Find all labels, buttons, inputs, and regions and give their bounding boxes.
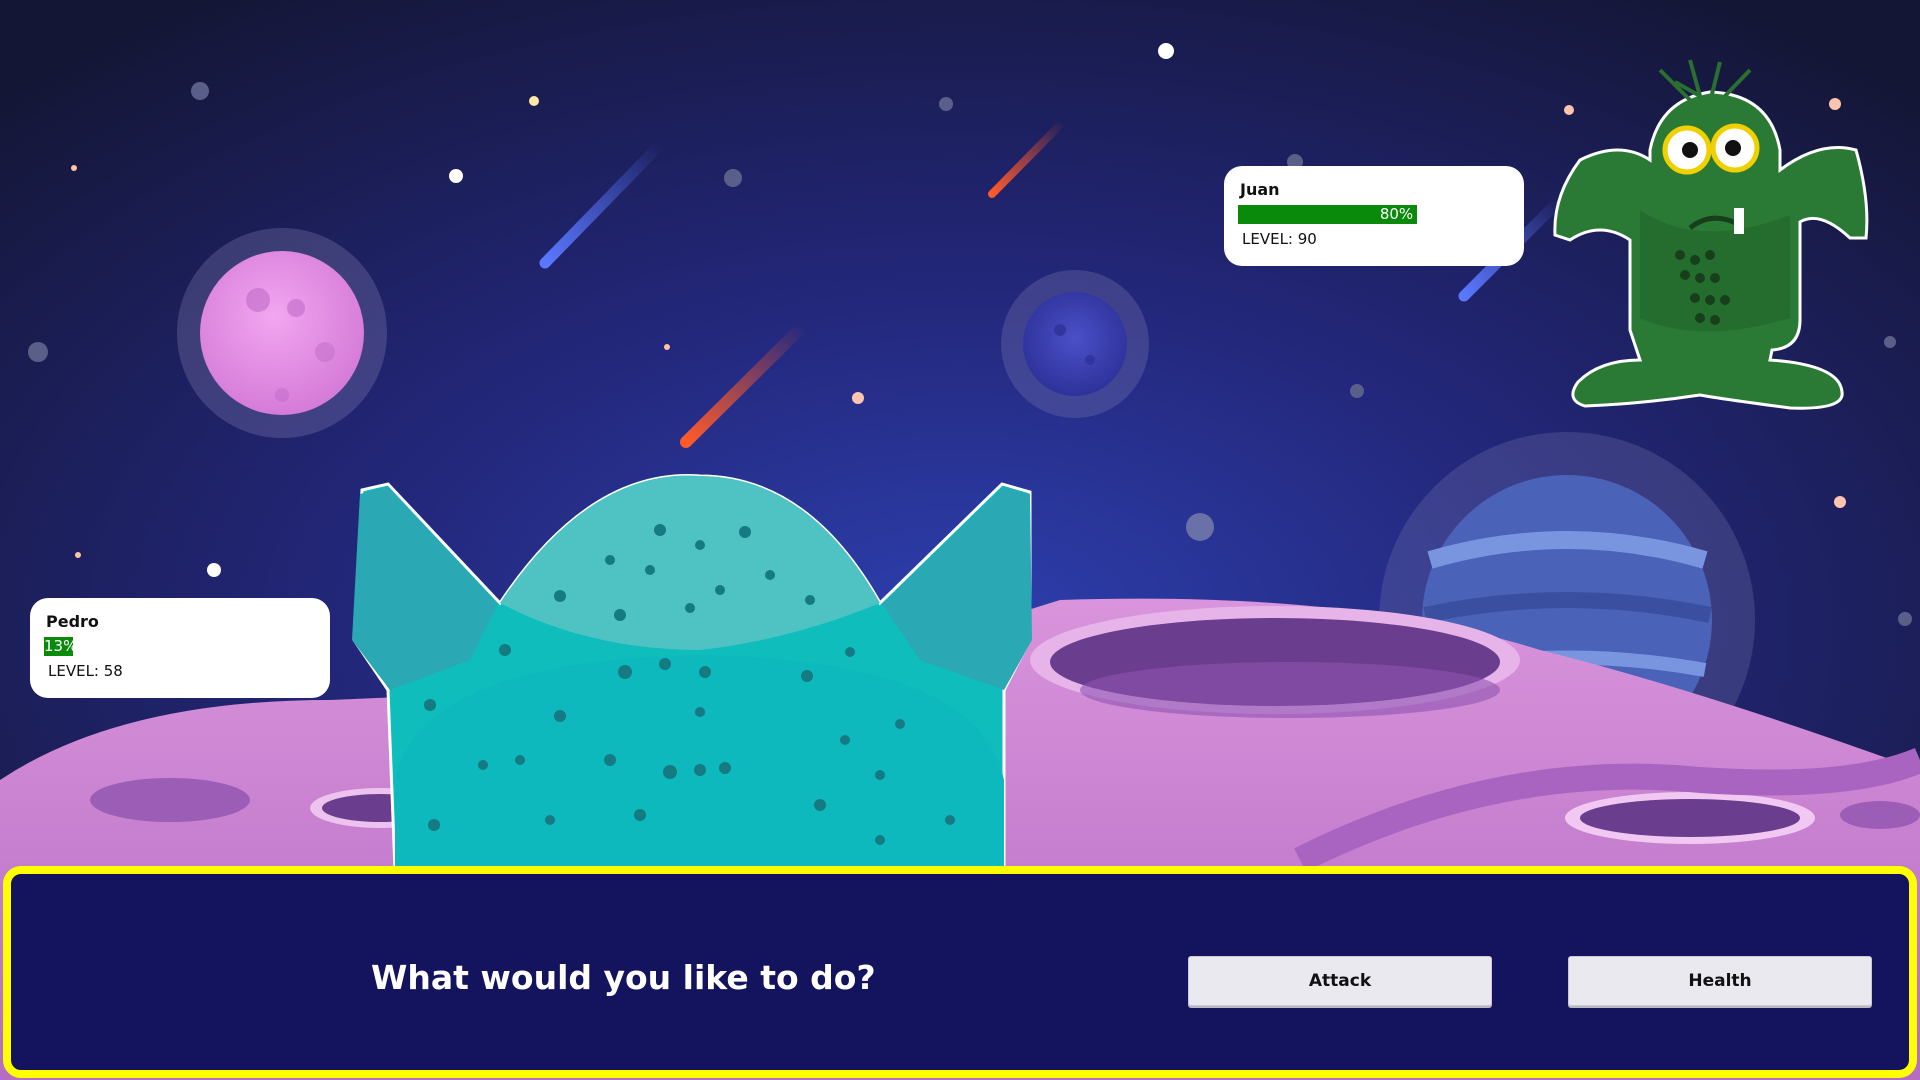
attack-button[interactable]: Attack (1188, 956, 1492, 1006)
enemy-status-card: Juan 80% LEVEL: 90 (1224, 166, 1524, 266)
player-hp-bar: 13% (44, 637, 268, 656)
enemy-name: Juan (1240, 180, 1280, 199)
enemy-hp-fill: 80% (1238, 205, 1418, 224)
enemy-hp-bar: 80% (1238, 205, 1462, 224)
battle-scene: Juan 80% LEVEL: 90 Pedro 13% LEVEL: 58 W… (0, 0, 1920, 1080)
player-name: Pedro (46, 612, 99, 631)
player-level: LEVEL: 58 (48, 662, 123, 680)
player-status-card: Pedro 13% LEVEL: 58 (30, 598, 330, 698)
health-button[interactable]: Health (1568, 956, 1872, 1006)
enemy-level: LEVEL: 90 (1242, 230, 1317, 248)
action-prompt: What would you like to do? (371, 958, 876, 997)
action-dialog: What would you like to do? Attack Health (3, 866, 1917, 1078)
pink-planet (177, 228, 387, 438)
blue-planet (1001, 270, 1149, 418)
player-hp-fill: 13% (44, 637, 78, 656)
